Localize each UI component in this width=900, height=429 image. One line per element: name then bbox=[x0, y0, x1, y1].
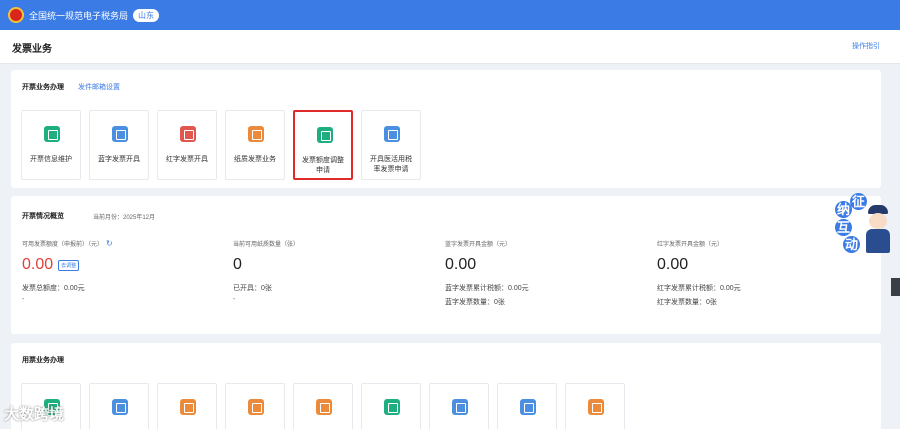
invoice-mail-icon bbox=[452, 399, 468, 415]
usage-tile[interactable] bbox=[497, 383, 557, 429]
usage-tile[interactable] bbox=[157, 383, 217, 429]
stat-value: 0.00 bbox=[22, 256, 54, 273]
side-collapse-tab[interactable] bbox=[891, 278, 900, 296]
invoice-ops-title: 开票业务办理 bbox=[22, 84, 64, 91]
stat-detail: 红字发票累计税额：0.00元 bbox=[657, 285, 741, 292]
tile-label: 发票额度调整 申请 bbox=[302, 157, 344, 174]
invoice-image-icon bbox=[588, 399, 604, 415]
tile-invoice-info[interactable]: 开票信息维护 bbox=[21, 110, 81, 180]
blue-invoice-icon bbox=[112, 126, 128, 142]
invoice-info-icon bbox=[44, 126, 60, 142]
usage-tile[interactable] bbox=[361, 383, 421, 429]
tile-paper-invoice[interactable]: 纸质发票业务 bbox=[225, 110, 285, 180]
stat-dash: - bbox=[22, 296, 25, 303]
stat-detail: 已开具：0张 bbox=[233, 285, 272, 292]
help-link[interactable]: 操作指引 bbox=[852, 41, 880, 51]
invoice-print-icon bbox=[384, 399, 400, 415]
page-header: 发票业务 操作指引 bbox=[0, 30, 900, 64]
top-bar: 全国统一规范电子税务局 山东 bbox=[0, 0, 900, 30]
site-title: 全国统一规范电子税务局 bbox=[29, 10, 129, 21]
stat-value: 0.00 bbox=[657, 256, 689, 273]
usage-tile[interactable] bbox=[225, 383, 285, 429]
usage-tile[interactable] bbox=[565, 383, 625, 429]
stat-paper-count: 当前可用纸质数量（张） 0 已开具：0张 - bbox=[233, 239, 443, 303]
officer-avatar-icon bbox=[865, 205, 891, 255]
invoice-export-icon bbox=[316, 399, 332, 415]
tile-quota-adjust[interactable]: 发票额度调整 申请 bbox=[293, 110, 353, 180]
stat-value: 0.00 bbox=[445, 256, 477, 273]
widget-char: 动 bbox=[843, 236, 860, 253]
usage-ops-card: 用票业务办理 bbox=[11, 343, 881, 429]
tile-label: 纸质发票业务 bbox=[234, 156, 276, 163]
overview-card: 开票情况概览 当前月份：2025年12月 可用发票额度（申报前）（元） ↻ 0.… bbox=[11, 196, 881, 334]
tile-label: 蓝字发票开具 bbox=[98, 156, 140, 163]
stat-value: 0 bbox=[233, 256, 242, 273]
usage-ops-title: 用票业务办理 bbox=[22, 357, 64, 364]
tile-blue-invoice[interactable]: 蓝字发票开具 bbox=[89, 110, 149, 180]
stat-label: 可用发票额度（申报前）（元） bbox=[22, 242, 104, 248]
page-title: 发票业务 bbox=[12, 44, 52, 55]
stat-detail: 红字发票数量：0张 bbox=[657, 299, 717, 306]
tile-label: 开具医活用税 率发票申请 bbox=[370, 156, 412, 173]
stat-available-quota: 可用发票额度（申报前）（元） ↻ 0.00 去调整 发票总额度：0.00元 - bbox=[22, 239, 232, 303]
stat-detail: 蓝字发票累计税额：0.00元 bbox=[445, 285, 529, 292]
invoice-confirm-icon bbox=[180, 399, 196, 415]
paper-invoice-icon bbox=[248, 126, 264, 142]
invoice-deduct-icon bbox=[248, 399, 264, 415]
stat-label: 当前可用纸质数量（张） bbox=[233, 242, 300, 248]
current-month: 当前月份：2025年12月 bbox=[93, 215, 156, 221]
invoice-grid-icon bbox=[520, 399, 536, 415]
watermark: 大数跨境 bbox=[4, 406, 65, 423]
quota-adjust-icon bbox=[317, 127, 333, 143]
region-selector[interactable]: 山东 bbox=[133, 8, 160, 22]
tax-emblem-icon bbox=[8, 7, 24, 23]
tax-rate-apply-icon bbox=[384, 126, 400, 142]
overview-title: 开票情况概览 bbox=[22, 213, 64, 220]
tile-tax-rate-apply[interactable]: 开具医活用税 率发票申请 bbox=[361, 110, 421, 180]
stat-detail: 蓝字发票数量：0张 bbox=[445, 299, 505, 306]
tile-label: 红字发票开具 bbox=[166, 156, 208, 163]
usage-tile[interactable] bbox=[293, 383, 353, 429]
stat-dash: - bbox=[233, 296, 236, 303]
refresh-icon[interactable]: ↻ bbox=[106, 239, 113, 248]
invoice-download-icon bbox=[112, 399, 128, 415]
email-settings-link[interactable]: 发件邮箱设置 bbox=[78, 82, 120, 92]
usage-tile[interactable] bbox=[429, 383, 489, 429]
tile-label: 开票信息维护 bbox=[30, 156, 72, 163]
stat-blue-amount: 蓝字发票开具金额（元） 0.00 蓝字发票累计税额：0.00元 蓝字发票数量：0… bbox=[445, 239, 655, 307]
stat-detail: 发票总额度：0.00元 bbox=[22, 285, 85, 292]
stat-label: 蓝字发票开具金额（元） bbox=[445, 242, 512, 248]
tile-red-invoice[interactable]: 红字发票开具 bbox=[157, 110, 217, 180]
tax-interaction-widget[interactable]: 纳 征 互 动 bbox=[835, 193, 891, 257]
usage-tile[interactable] bbox=[89, 383, 149, 429]
widget-char: 互 bbox=[835, 219, 852, 236]
adjust-button[interactable]: 去调整 bbox=[58, 259, 80, 271]
red-invoice-icon bbox=[180, 126, 196, 142]
invoice-ops-card: 开票业务办理 发件邮箱设置 开票信息维护 蓝字发票开具 红字发票开具 纸质发票业… bbox=[11, 70, 881, 188]
